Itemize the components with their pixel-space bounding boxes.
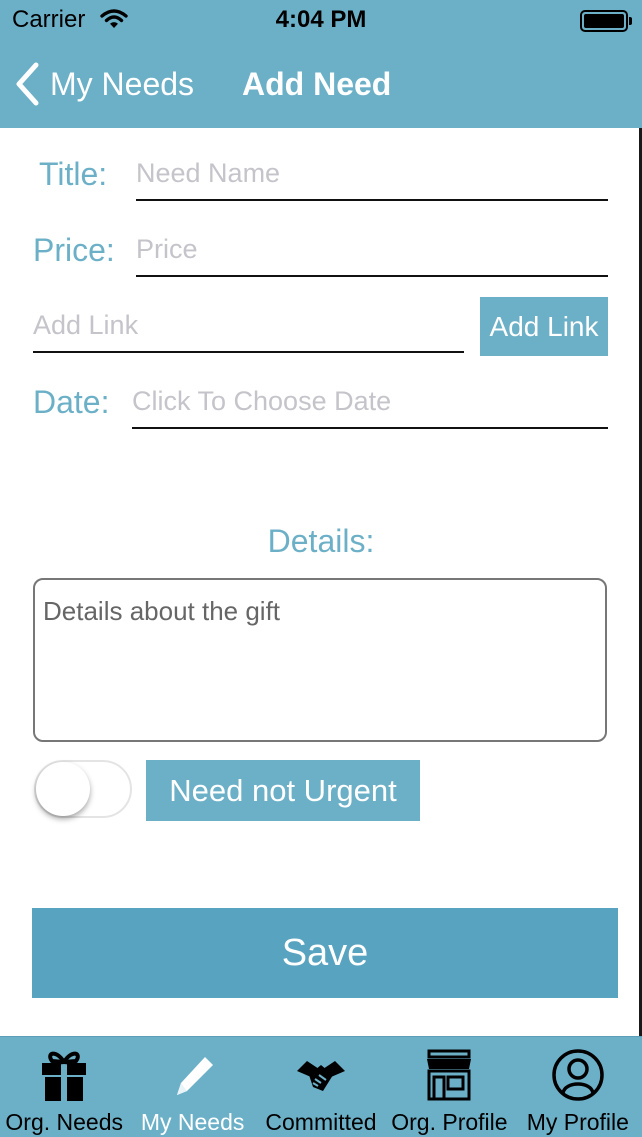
urgent-button[interactable]: Need not Urgent: [146, 760, 420, 821]
save-button[interactable]: Save: [32, 908, 618, 998]
tab-my-needs[interactable]: My Needs: [128, 1037, 256, 1137]
price-input[interactable]: [136, 234, 608, 277]
storefront-icon: [427, 1049, 472, 1101]
toggle-knob: [36, 762, 90, 816]
back-button-label: My Needs: [50, 65, 195, 102]
details-textarea[interactable]: Details about the gift: [33, 578, 607, 742]
tab-label: My Needs: [140, 1109, 245, 1135]
tab-org-needs[interactable]: Org. Needs: [0, 1037, 128, 1137]
tab-org-profile[interactable]: Org. Profile: [385, 1037, 513, 1137]
navigation-bar: Carrier 4:04 PM My Needs Add Need: [0, 0, 642, 128]
status-time: 4:04 PM: [275, 6, 367, 33]
date-input[interactable]: [132, 386, 608, 429]
tab-label: Committed: [265, 1109, 377, 1135]
chevron-left-icon: [16, 62, 39, 106]
back-button[interactable]: My Needs: [14, 60, 194, 108]
tab-label: My Profile: [526, 1109, 629, 1135]
date-label: Date:: [33, 384, 110, 420]
title-label: Title:: [39, 156, 108, 192]
pencil-icon: [176, 1057, 213, 1095]
gift-icon: [42, 1051, 87, 1101]
add-link-button[interactable]: Add Link: [480, 297, 608, 356]
page-title: Add Need: [242, 66, 392, 102]
tab-label: Org. Needs: [5, 1109, 123, 1135]
link-input[interactable]: [33, 310, 464, 353]
tab-bar: Org. Needs My Needs Committed Org. Profi…: [0, 1036, 642, 1137]
title-input[interactable]: [136, 158, 608, 201]
tab-label: Org. Profile: [391, 1109, 508, 1135]
user-circle-icon: [552, 1049, 604, 1101]
urgent-toggle[interactable]: [34, 760, 132, 818]
tab-committed[interactable]: Committed: [257, 1037, 385, 1137]
price-label: Price:: [33, 232, 115, 268]
details-label: Details:: [267, 523, 375, 559]
tab-my-profile[interactable]: My Profile: [514, 1037, 642, 1137]
handshake-icon: [297, 1061, 346, 1091]
battery-icon: [580, 10, 632, 32]
